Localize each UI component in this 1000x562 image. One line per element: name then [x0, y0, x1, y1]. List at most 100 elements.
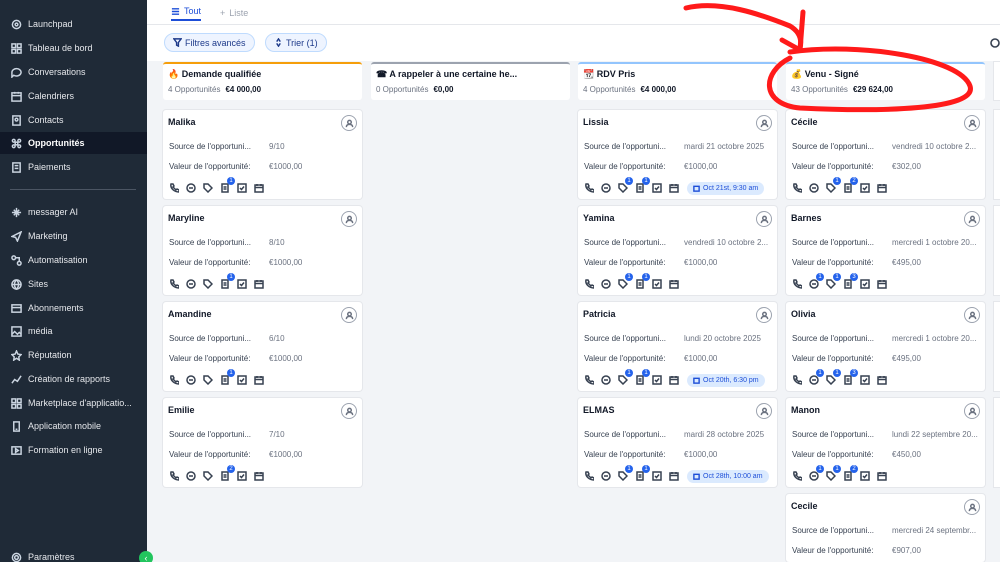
appointment-button[interactable] [668, 374, 680, 386]
opportunity-card[interactable]: Yamina Source de l'opportuni... vendredi 1… [578, 206, 777, 295]
call-button[interactable] [791, 470, 803, 482]
appointment-button[interactable] [253, 470, 265, 482]
assign-user-button[interactable] [756, 307, 772, 323]
tasks-button[interactable] [236, 182, 248, 194]
notes-button[interactable]: 1 [634, 177, 650, 194]
appointment-chip[interactable]: Oct 28th, 10:00 am [687, 469, 769, 483]
opportunity-card[interactable]: Cecile Source de l'opportuni... mercredi 2… [786, 494, 985, 562]
sms-button[interactable] [185, 182, 197, 194]
opportunity-card[interactable]: Lissia Source de l'opportuni... mardi 21 o… [578, 110, 777, 199]
assign-user-button[interactable] [964, 211, 980, 227]
sidebar-item-image[interactable]: média [0, 320, 147, 342]
appointment-button[interactable] [253, 182, 265, 194]
sidebar-item-opportunities[interactable]: Opportunités [0, 132, 147, 154]
sms-button[interactable]: 1 [808, 273, 824, 290]
tasks-button[interactable] [651, 470, 663, 482]
tag-button[interactable] [202, 278, 214, 290]
assign-user-button[interactable] [964, 307, 980, 323]
tasks-button[interactable] [651, 182, 663, 194]
notes-button[interactable]: 3 [842, 369, 858, 386]
tag-button[interactable]: 1 [617, 177, 633, 194]
sms-button[interactable] [185, 278, 197, 290]
call-button[interactable] [583, 182, 595, 194]
sidebar-item-payments[interactable]: Paiements [0, 156, 147, 178]
assign-user-button[interactable] [756, 403, 772, 419]
sms-button[interactable] [185, 374, 197, 386]
tag-button[interactable]: 1 [825, 369, 841, 386]
notes-button[interactable]: 1 [219, 369, 235, 386]
appointment-button[interactable] [876, 374, 888, 386]
call-button[interactable] [168, 278, 180, 290]
call-button[interactable] [791, 182, 803, 194]
opportunity-card[interactable]: Barnes Source de l'opportuni... mercredi 1… [786, 206, 985, 295]
pipeline-column-header[interactable]: ☎ A rappeler à une certaine he... 0 Oppor… [371, 62, 570, 100]
assign-user-button[interactable] [964, 115, 980, 131]
appointment-button[interactable] [876, 278, 888, 290]
assign-user-button[interactable] [341, 307, 357, 323]
sidebar-item-chart[interactable]: Création de rapports [0, 368, 147, 390]
appointment-button[interactable] [876, 182, 888, 194]
notes-button[interactable]: 3 [842, 273, 858, 290]
call-button[interactable] [791, 374, 803, 386]
appointment-button[interactable] [253, 278, 265, 290]
sidebar-item-membership[interactable]: Abonnements [0, 297, 147, 319]
notes-button[interactable]: 1 [634, 369, 650, 386]
collapse-sidebar-button[interactable]: ‹ [139, 551, 153, 562]
call-button[interactable] [791, 278, 803, 290]
sms-button[interactable] [600, 182, 612, 194]
sidebar-item-chat[interactable]: Conversations [0, 61, 147, 83]
assign-user-button[interactable] [341, 115, 357, 131]
tasks-button[interactable] [236, 374, 248, 386]
opportunity-card[interactable]: Olivia Source de l'opportuni... mercredi 1… [786, 302, 985, 391]
sidebar-item-video[interactable]: Formation en ligne [0, 439, 147, 461]
call-button[interactable] [583, 470, 595, 482]
notes-button[interactable]: 2 [842, 465, 858, 482]
notes-button[interactable]: 2 [219, 465, 235, 482]
sidebar-item-dashboard[interactable]: Tableau de bord [0, 37, 147, 59]
sidebar-item-star[interactable]: Réputation [0, 344, 147, 366]
assign-user-button[interactable] [341, 211, 357, 227]
opportunity-card[interactable]: Manon Source de l'opportuni... lundi 22 se… [786, 398, 985, 487]
tasks-button[interactable] [236, 278, 248, 290]
notes-button[interactable]: 1 [219, 177, 235, 194]
sidebar-item-rocket[interactable]: Launchpad [0, 13, 147, 35]
appointment-button[interactable] [668, 182, 680, 194]
opportunity-card[interactable]: Maryline Source de l'opportuni... 8/10 Vale… [163, 206, 362, 295]
sort-button[interactable]: Trier (1) [265, 33, 327, 52]
sms-button[interactable] [600, 470, 612, 482]
sms-button[interactable]: 1 [808, 465, 824, 482]
assign-user-button[interactable] [341, 403, 357, 419]
appointment-button[interactable] [253, 374, 265, 386]
appointment-button[interactable] [668, 278, 680, 290]
sidebar-item-grid[interactable]: Marketplace d'applicatio... [0, 392, 147, 414]
sms-button[interactable] [185, 470, 197, 482]
opportunity-card[interactable]: Patricia Source de l'opportuni... lundi 20… [578, 302, 777, 391]
tasks-button[interactable] [859, 182, 871, 194]
tasks-button[interactable] [651, 278, 663, 290]
call-button[interactable] [583, 278, 595, 290]
call-button[interactable] [168, 470, 180, 482]
tag-button[interactable]: 1 [825, 273, 841, 290]
tag-button[interactable]: 1 [617, 369, 633, 386]
tag-button[interactable] [202, 374, 214, 386]
opportunity-card[interactable]: Cécile Source de l'opportuni... vendredi 1… [786, 110, 985, 199]
call-button[interactable] [583, 374, 595, 386]
sidebar-item-automation[interactable]: Automatisation [0, 249, 147, 271]
notes-button[interactable]: 2 [842, 177, 858, 194]
pipeline-column-header[interactable]: 📆 RDV Pris 4 Opportunités €4 000,00 [578, 62, 777, 100]
notes-button[interactable]: 1 [219, 273, 235, 290]
assign-user-button[interactable] [964, 499, 980, 515]
sms-button[interactable] [600, 374, 612, 386]
advanced-filters-button[interactable]: Filtres avancés [164, 33, 255, 52]
sms-button[interactable]: 1 [808, 369, 824, 386]
opportunity-card[interactable]: Amandine Source de l'opportuni... 6/10 Vale… [163, 302, 362, 391]
opportunity-card[interactable]: ELMAS Source de l'opportuni... mardi 28 oc… [578, 398, 777, 487]
sidebar-item-settings[interactable]: Paramètres [0, 546, 147, 562]
assign-user-button[interactable] [964, 403, 980, 419]
assign-user-button[interactable] [756, 211, 772, 227]
tab-list[interactable]: + Liste [220, 5, 248, 21]
pipeline-column-header[interactable]: 🔥 Demande qualifiée 4 Opportunités €4 000,… [163, 62, 362, 100]
sidebar-item-globe[interactable]: Sites [0, 273, 147, 295]
call-button[interactable] [168, 374, 180, 386]
appointment-button[interactable] [668, 470, 680, 482]
